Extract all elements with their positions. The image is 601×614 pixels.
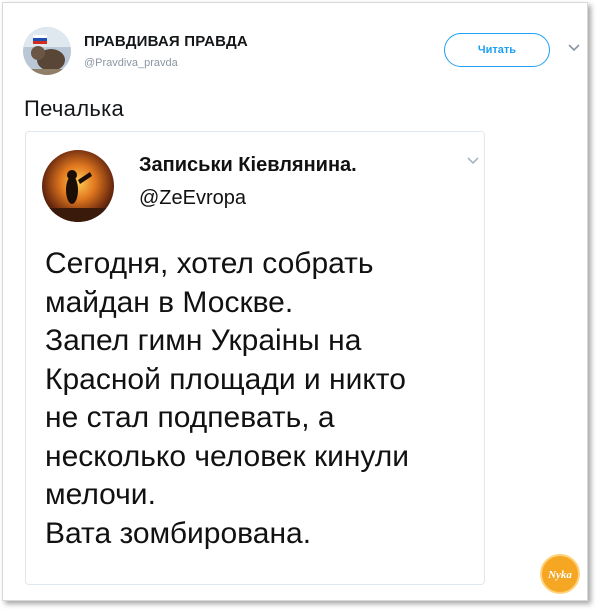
quoted-body-line: Вата зомбирована. — [45, 516, 312, 550]
tweet-text: Печалька — [24, 96, 125, 121]
chevron-down-icon[interactable] — [567, 43, 581, 53]
quoted-body-line: Сегодня, хотел собрать — [45, 247, 374, 280]
quoted-author-handle[interactable]: @ZeEvropa — [139, 187, 246, 210]
author-avatar[interactable] — [23, 27, 71, 75]
quoted-body-line: Красной площади и никто — [45, 362, 406, 396]
author-handle[interactable]: @Pravdiva_pravda — [84, 57, 178, 69]
author-name[interactable]: ПРАВДИВАЯ ПРАВДА — [84, 33, 248, 50]
chevron-down-icon[interactable] — [466, 156, 480, 166]
quoted-author-name[interactable]: Записьки Кіевлянина. — [139, 154, 357, 177]
quoted-body-line: майдан в Москве. — [45, 285, 294, 319]
follow-button[interactable]: Читать — [444, 33, 550, 67]
quoted-body-line: не стал подпевать, а — [45, 401, 335, 434]
svg-text:Nyka: Nyka — [547, 569, 572, 581]
screenshot-frame: ПРАВДИВАЯ ПРАВДА @Pravdiva_pravda Читать… — [2, 2, 588, 601]
quoted-body-line: мелочи. — [45, 478, 156, 511]
quoted-body-line: Запел гимн Украіны на — [45, 324, 362, 357]
quoted-tweet-card[interactable]: Записьки Кіевлянина. @ZeEvropa Сегодня, … — [25, 131, 485, 585]
quoted-tweet-body: Сегодня, хотел собрать майдан в Москве. … — [45, 245, 409, 553]
quoted-author-avatar[interactable] — [42, 150, 114, 222]
quoted-body-line: несколько человек кинули — [45, 439, 409, 473]
watermark-logo: Nyka — [540, 554, 580, 594]
